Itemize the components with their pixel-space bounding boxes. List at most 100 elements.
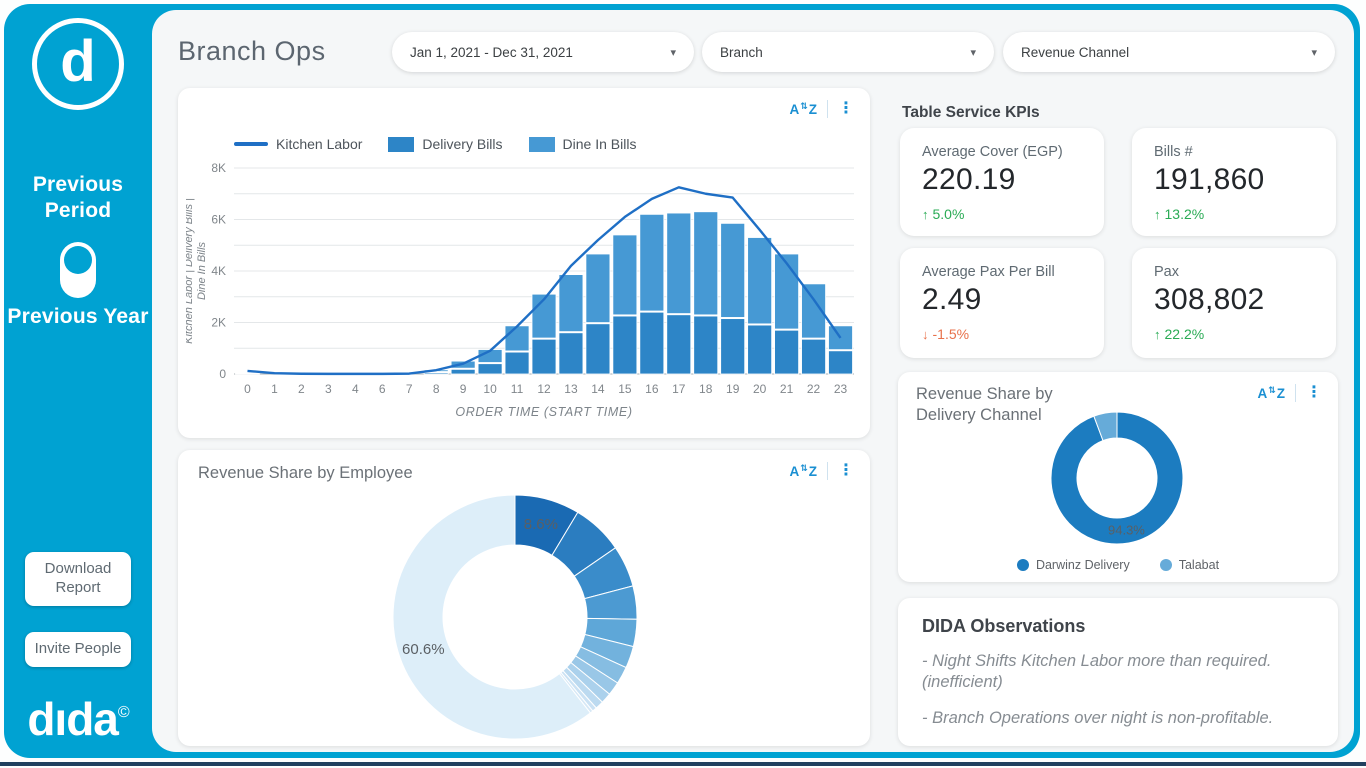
kpi-card-pax: Pax 308,802 ↑22.2% [1132, 248, 1336, 358]
svg-text:0: 0 [244, 382, 251, 396]
chevron-down-icon: ▾ [970, 46, 976, 59]
more-options-icon[interactable]: ⋮ [1306, 385, 1322, 401]
svg-text:ORDER TIME (START TIME): ORDER TIME (START TIME) [455, 405, 632, 419]
observation-item: - Night Shifts Kitchen Labor more than r… [922, 651, 1314, 694]
svg-text:12: 12 [537, 382, 551, 396]
svg-text:Kitchen Labor | Delivery Bills: Kitchen Labor | Delivery Bills |Dine In … [186, 198, 208, 344]
logo-letter: d [60, 33, 95, 91]
legend-kitchen-labor: Kitchen Labor [234, 136, 362, 152]
svg-text:20: 20 [753, 382, 767, 396]
svg-text:15: 15 [618, 382, 632, 396]
up-arrow-icon: ↑ [1154, 207, 1161, 222]
icon-separator [1295, 384, 1296, 402]
svg-text:23: 23 [834, 382, 848, 396]
svg-text:8.6%: 8.6% [524, 516, 558, 533]
kpi-card-average-cover: Average Cover (EGP) 220.19 ↑5.0% [900, 128, 1104, 236]
svg-text:3: 3 [325, 382, 332, 396]
sort-az-icon[interactable]: A⇅Z [789, 101, 817, 118]
previous-year-label: Previous Year [4, 304, 152, 330]
svg-text:8K: 8K [211, 161, 226, 175]
bar-swatch-icon [388, 137, 414, 152]
kpi-delta: ↓-1.5% [922, 326, 1084, 342]
more-options-icon[interactable]: ⋮ [838, 463, 854, 479]
sort-az-icon[interactable]: A⇅Z [789, 463, 817, 480]
svg-text:94.3%: 94.3% [1108, 523, 1145, 538]
invite-people-button[interactable]: Invite People [25, 632, 131, 667]
employee-donut-chart[interactable]: 8.6% 60.6% [178, 486, 870, 746]
previous-period-label: Previous Period [4, 172, 152, 225]
icon-separator [827, 100, 828, 118]
svg-text:17: 17 [672, 382, 686, 396]
bottom-divider [0, 762, 1366, 766]
legend-talabat: Talabat [1160, 558, 1219, 572]
legend-dine-in-bills: Dine In Bills [529, 136, 637, 152]
svg-text:2K: 2K [211, 316, 226, 330]
svg-text:8: 8 [433, 382, 440, 396]
legend-delivery-bills: Delivery Bills [388, 136, 502, 152]
svg-text:4K: 4K [211, 264, 226, 278]
dida-wordmark: dıda© [4, 692, 152, 746]
svg-text:60.6%: 60.6% [402, 641, 445, 658]
up-arrow-icon: ↑ [1154, 327, 1161, 342]
delivery-donut-chart[interactable]: 94.3% [898, 406, 1338, 546]
svg-text:9: 9 [460, 382, 467, 396]
svg-text:19: 19 [726, 382, 740, 396]
revenue-channel-label: Revenue Channel [1021, 45, 1129, 60]
legend-dot-icon [1160, 559, 1172, 571]
kpi-delta: ↑5.0% [922, 206, 1084, 222]
sort-az-icon[interactable]: A⇅Z [1257, 385, 1285, 402]
revenue-share-delivery-card: Revenue Share by Delivery Channel A⇅Z ⋮ … [898, 372, 1338, 582]
dida-observations-card: DIDA Observations - Night Shifts Kitchen… [898, 598, 1338, 746]
delivery-chart-legend: Darwinz Delivery Talabat [898, 558, 1338, 572]
svg-text:6: 6 [379, 382, 386, 396]
svg-text:4: 4 [352, 382, 359, 396]
branch-filter-label: Branch [720, 45, 763, 60]
legend-dot-icon [1017, 559, 1029, 571]
branch-filter[interactable]: Branch ▾ [702, 32, 994, 72]
svg-text:10: 10 [483, 382, 497, 396]
content-panel: Branch Ops Jan 1, 2021 - Dec 31, 2021 ▾ … [152, 10, 1354, 752]
kpi-card-bills: Bills # 191,860 ↑13.2% [1132, 128, 1336, 236]
kpi-delta: ↑13.2% [1154, 206, 1316, 222]
hourly-operations-chart[interactable]: 02K4K6K8K0123467891011121314151617181920… [186, 160, 862, 426]
svg-text:13: 13 [564, 382, 578, 396]
more-options-icon[interactable]: ⋮ [838, 101, 854, 117]
icon-separator [827, 462, 828, 480]
svg-text:1: 1 [271, 382, 278, 396]
date-range-filter[interactable]: Jan 1, 2021 - Dec 31, 2021 ▾ [392, 32, 694, 72]
kpi-card-average-pax: Average Pax Per Bill 2.49 ↓-1.5% [900, 248, 1104, 358]
svg-text:18: 18 [699, 382, 713, 396]
legend-darwinz-delivery: Darwinz Delivery [1017, 558, 1130, 572]
page-title: Branch Ops [178, 36, 326, 67]
svg-text:21: 21 [780, 382, 794, 396]
employee-chart-title: Revenue Share by Employee [198, 464, 413, 483]
bar-swatch-icon [529, 137, 555, 152]
dida-logo-icon: d [32, 18, 124, 110]
svg-text:16: 16 [645, 382, 659, 396]
toggle-knob-icon [64, 246, 92, 274]
observation-item: - Branch Operations over night is non-pr… [922, 708, 1314, 729]
period-comparison-toggle[interactable] [60, 242, 96, 298]
download-report-button[interactable]: Download Report [25, 552, 131, 606]
chevron-down-icon: ▾ [1311, 46, 1317, 59]
date-range-value: Jan 1, 2021 - Dec 31, 2021 [410, 45, 573, 60]
svg-text:7: 7 [406, 382, 413, 396]
line-swatch-icon [234, 142, 268, 146]
copyright-mark: © [118, 704, 129, 721]
kpi-section-title: Table Service KPIs [902, 104, 1040, 122]
kpi-delta: ↑22.2% [1154, 326, 1316, 342]
observations-title: DIDA Observations [922, 616, 1314, 637]
svg-text:0: 0 [219, 367, 226, 381]
combo-chart-legend: Kitchen Labor Delivery Bills Dine In Bil… [234, 136, 636, 152]
svg-text:11: 11 [511, 382, 524, 396]
down-arrow-icon: ↓ [922, 327, 929, 342]
revenue-channel-filter[interactable]: Revenue Channel ▾ [1003, 32, 1335, 72]
app-frame: d Previous Period Previous Year Download… [4, 4, 1360, 758]
hourly-operations-chart-card: A⇅Z ⋮ Kitchen Labor Delivery Bills Dine … [178, 88, 870, 438]
revenue-share-employee-card: Revenue Share by Employee A⇅Z ⋮ 8.6% 60.6… [178, 450, 870, 746]
svg-text:2: 2 [298, 382, 305, 396]
svg-text:6K: 6K [211, 213, 226, 227]
svg-text:14: 14 [591, 382, 605, 396]
svg-text:22: 22 [807, 382, 821, 396]
sidebar: d Previous Period Previous Year Download… [4, 4, 152, 758]
